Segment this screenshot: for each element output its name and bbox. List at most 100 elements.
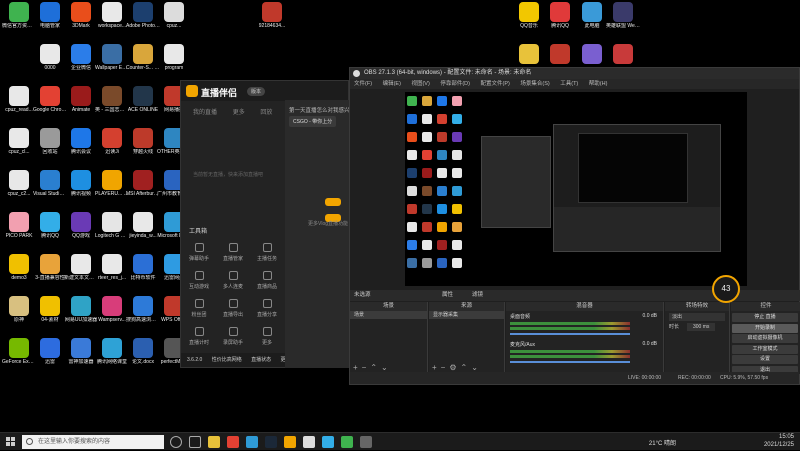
duration-input[interactable]: 300 ms <box>687 323 716 331</box>
desktop-icon[interactable]: 此电脑 <box>575 2 609 29</box>
desktop-icon[interactable]: Visual Studio Code <box>33 170 67 197</box>
desktop-icon[interactable] <box>575 44 609 65</box>
desktop-icon[interactable]: GeForce Experience <box>2 338 36 365</box>
start-live-button[interactable] <box>325 198 341 206</box>
desktop-icon[interactable]: Wampserv... <box>95 296 129 323</box>
sources-toolbar[interactable]: +−⚙⌃⌄ <box>432 363 482 372</box>
menu-edit[interactable]: 编辑(E) <box>383 81 401 87</box>
control-button[interactable]: 启动虚拟摄像机 <box>732 334 798 343</box>
desktop-icon[interactable]: workspace... <box>95 2 129 29</box>
desktop-icon[interactable]: 英 - 三国志百战 <box>95 86 129 113</box>
desktop-icon[interactable]: 网易UU加速器 <box>64 296 98 323</box>
obs-window[interactable]: OBS 27.1.3 (64-bit, windows) - 配置文件: 未命名… <box>349 67 800 385</box>
desktop-icon[interactable]: demo3 <box>2 254 36 281</box>
desktop-icon[interactable]: 迅读Ji <box>95 128 129 155</box>
control-button[interactable]: 设置 <box>732 355 798 364</box>
desktop-icon[interactable]: 腾讯会议 <box>64 128 98 155</box>
tool-item[interactable]: 录屏助手 <box>219 327 247 346</box>
desktop-icon[interactable]: Adobe Photosho... <box>126 2 160 29</box>
properties-button[interactable]: 属性 <box>442 290 453 301</box>
tool-item[interactable]: 互动游戏 <box>185 271 213 290</box>
tool-item[interactable]: 直播计时 <box>185 327 213 346</box>
desktop-icon[interactable]: Logitech G HUB <box>95 212 129 239</box>
tool-item[interactable]: 粉丝团 <box>185 299 213 318</box>
control-button[interactable]: 工作室模式 <box>732 344 798 354</box>
desktop-icon[interactable]: PICO PARK <box>2 212 36 239</box>
desktop-icon[interactable]: 92184634... <box>255 2 289 29</box>
menu-view[interactable]: 视图(V) <box>411 81 429 87</box>
desktop-icon[interactable]: 腾讯网络课堂 <box>95 338 129 365</box>
file-explorer-icon[interactable] <box>208 436 220 448</box>
volume-slider-desktop[interactable] <box>510 333 630 335</box>
desktop-icon[interactable]: Animate <box>64 86 98 113</box>
scene-item[interactable]: 场景 <box>350 311 427 319</box>
desktop-icon[interactable]: 0000 <box>33 44 67 71</box>
tool-item[interactable]: 主播任务 <box>253 243 281 262</box>
desktop-icon[interactable]: cpuz_c2... <box>2 170 36 197</box>
live-category-pill[interactable]: CSGO - 带你上分 <box>289 116 337 127</box>
desktop-icon[interactable]: rteer_res_j... <box>95 254 129 281</box>
tab-more[interactable]: 更多 <box>233 110 245 116</box>
desktop-icon[interactable]: 04-素材 <box>33 296 67 323</box>
footer-network[interactable]: 性价比高网络 <box>212 357 242 363</box>
desktop-icon[interactable]: ACE ONLINE <box>126 86 160 113</box>
desktop-icon[interactable]: MSI Afterburner <box>126 170 160 197</box>
control-button[interactable]: 开始录制 <box>732 323 798 333</box>
desktop-icon[interactable]: cpuz... <box>157 2 191 29</box>
tool-item[interactable]: 弹幕助手 <box>185 243 213 262</box>
tool-item[interactable]: 更多 <box>253 327 281 346</box>
steam-icon[interactable] <box>265 436 277 448</box>
tool-item[interactable]: 直播分享 <box>253 299 281 318</box>
cortana-icon[interactable] <box>170 436 182 448</box>
scenes-toolbar[interactable]: +−⌃⌄ <box>353 363 392 372</box>
menu-file[interactable]: 文件(F) <box>354 81 372 87</box>
desktop-icon[interactable]: 英雄联盟 WeGame平台 <box>606 2 640 29</box>
menu-scene-collection[interactable]: 场景集合(S) <box>520 81 549 87</box>
desktop-icon[interactable]: 新建文本文档.txt <box>64 254 98 281</box>
task-view-icon[interactable] <box>189 436 201 448</box>
desktop-icon[interactable]: jieyinda_w... <box>126 212 160 239</box>
transition-select[interactable]: 淡出 <box>669 313 725 321</box>
desktop-icon[interactable]: 回收站 <box>33 128 67 155</box>
obs-preview[interactable] <box>405 92 747 286</box>
menu-docks[interactable]: 停靠部件(D) <box>440 81 470 87</box>
desktop-icon[interactable]: Wallpaper Engine: ... <box>95 44 129 71</box>
desktop-icon[interactable]: 企业微信 <box>64 44 98 71</box>
desktop-icon[interactable] <box>512 44 546 65</box>
wechat-icon[interactable] <box>341 436 353 448</box>
live-app-icon[interactable] <box>284 436 296 448</box>
tab-replay[interactable]: 回放 <box>260 110 272 116</box>
menu-help[interactable]: 帮助(H) <box>589 81 608 87</box>
source-item[interactable]: 显示器采集 <box>429 311 504 319</box>
control-button[interactable]: 停止 直播 <box>732 313 798 322</box>
windows-start-icon[interactable] <box>6 437 16 447</box>
desktop-icon[interactable]: cpuz_cl... <box>2 128 36 155</box>
desktop-icon[interactable]: cpuz_read... <box>2 86 36 113</box>
desktop-icon[interactable]: 电脑管家 <box>33 2 67 29</box>
desktop-icon[interactable]: 雷神加速器 <box>64 338 98 365</box>
desktop-icon[interactable]: 腾讯QQ <box>543 2 577 29</box>
chrome-icon[interactable] <box>227 436 239 448</box>
volume-slider-mic[interactable] <box>510 361 630 363</box>
obs-icon[interactable] <box>303 436 315 448</box>
desktop-icon[interactable]: 比特币软件 <box>126 254 160 281</box>
desktop-icon[interactable]: 腾讯QQ <box>33 212 67 239</box>
music-icon[interactable] <box>360 436 372 448</box>
desktop-icon[interactable] <box>606 44 640 65</box>
desktop-icon[interactable]: 3DMark <box>64 2 98 29</box>
edge-icon[interactable] <box>246 436 258 448</box>
menu-tools[interactable]: 工具(T) <box>560 81 578 87</box>
desktop-icon[interactable]: Google Chrome <box>33 86 67 113</box>
desktop-icon[interactable]: 搜狗高速浏览器 <box>126 296 160 323</box>
qq-icon[interactable] <box>322 436 334 448</box>
desktop-icon[interactable]: 腾讯视频 <box>64 170 98 197</box>
tool-item[interactable]: 直播导出 <box>219 299 247 318</box>
clock-time[interactable]: 15:05 <box>779 434 794 440</box>
weather[interactable]: 21°C 晴朗 <box>649 438 676 447</box>
desktop-icon[interactable]: program <box>157 44 191 71</box>
tool-item[interactable]: 直播商品 <box>253 271 281 290</box>
clock-date[interactable]: 2021/12/25 <box>764 442 794 448</box>
desktop-icon[interactable] <box>543 44 577 65</box>
tool-item[interactable]: 多人连麦 <box>219 271 247 290</box>
desktop-icon[interactable]: QQ音乐 <box>512 2 546 29</box>
